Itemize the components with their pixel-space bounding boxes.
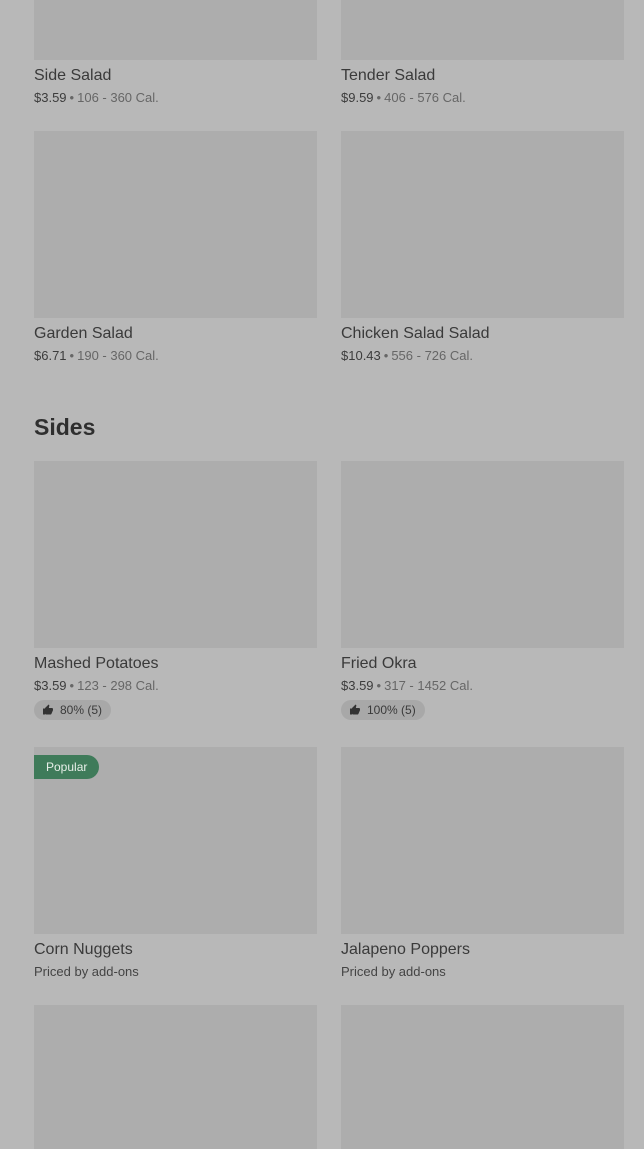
item-meta: $9.59 • 406 - 576 Cal. xyxy=(341,89,624,106)
item-name: Jalapeno Poppers xyxy=(341,941,470,958)
item-meta: $3.59 • 123 - 298 Cal. xyxy=(34,677,317,694)
separator-dot: • xyxy=(69,90,75,105)
item-calories: 190 - 360 Cal. xyxy=(77,348,159,363)
item-price: $3.59 xyxy=(34,678,67,693)
item-image[interactable] xyxy=(341,1005,624,1149)
item-price-note: Priced by add-ons xyxy=(34,964,139,979)
item-meta: $3.59 • 317 - 1452 Cal. xyxy=(341,677,624,694)
item-price: $3.59 xyxy=(34,90,67,105)
menu-item-card[interactable]: Popular Corn Nuggets Priced by add-ons xyxy=(34,747,317,980)
section-title-sides: Sides xyxy=(34,414,96,440)
sides-row-1: Mashed Potatoes $3.59 • 123 - 298 Cal. 80%… xyxy=(34,461,624,721)
item-calories: 123 - 298 Cal. xyxy=(77,678,159,693)
menu-item-card[interactable] xyxy=(34,1005,317,1149)
item-calories: 317 - 1452 Cal. xyxy=(384,678,474,693)
separator-dot: • xyxy=(69,348,75,363)
item-name: Garden Salad xyxy=(34,325,133,342)
item-meta: $3.59 • 106 - 360 Cal. xyxy=(34,89,317,106)
menu-item-card[interactable]: Jalapeno Poppers Priced by add-ons xyxy=(341,747,624,980)
item-price: $9.59 xyxy=(341,90,374,105)
salads-row-2: Garden Salad $6.71 • 190 - 360 Cal. Chicke… xyxy=(34,131,624,364)
item-calories: 106 - 360 Cal. xyxy=(77,90,159,105)
menu-item-card[interactable]: Side Salad $3.59 • 106 - 360 Cal. xyxy=(34,0,317,106)
item-image[interactable] xyxy=(341,747,624,934)
item-name: Chicken Salad Salad xyxy=(341,325,490,342)
item-calories: 406 - 576 Cal. xyxy=(384,90,466,105)
item-calories: 556 - 726 Cal. xyxy=(391,348,473,363)
thumbs-up-icon xyxy=(43,704,53,715)
item-image[interactable] xyxy=(34,0,317,60)
item-price: $10.43 xyxy=(341,348,381,363)
item-price: $3.59 xyxy=(341,678,374,693)
menu-item-card[interactable]: Fried Okra $3.59 • 317 - 1452 Cal. 100% (5… xyxy=(341,461,624,721)
separator-dot: • xyxy=(383,348,389,363)
thumbs-up-icon xyxy=(350,704,360,715)
item-image[interactable] xyxy=(34,1005,317,1149)
item-name: Tender Salad xyxy=(341,67,436,84)
rating-pill: 100% (5) xyxy=(341,700,425,720)
item-image[interactable] xyxy=(341,0,624,60)
item-image[interactable] xyxy=(34,461,317,648)
item-name: Mashed Potatoes xyxy=(34,655,159,672)
item-meta: Priced by add-ons xyxy=(341,963,624,980)
item-image[interactable]: Popular xyxy=(34,747,317,934)
separator-dot: • xyxy=(376,90,382,105)
item-image[interactable] xyxy=(34,131,317,318)
sides-row-3 xyxy=(34,1005,624,1149)
menu-item-card[interactable]: Garden Salad $6.71 • 190 - 360 Cal. xyxy=(34,131,317,364)
item-price: $6.71 xyxy=(34,348,67,363)
item-meta: $6.71 • 190 - 360 Cal. xyxy=(34,347,317,364)
item-meta: $10.43 • 556 - 726 Cal. xyxy=(341,347,624,364)
sides-row-2: Popular Corn Nuggets Priced by add-ons J… xyxy=(34,747,624,980)
separator-dot: • xyxy=(69,678,75,693)
rating-text: 80% (5) xyxy=(60,703,103,717)
item-meta: Priced by add-ons xyxy=(34,963,317,980)
rating-text: 100% (5) xyxy=(367,703,416,717)
menu-item-card[interactable] xyxy=(341,1005,624,1149)
rating-pill: 80% (5) xyxy=(34,700,112,720)
salads-row-1: Side Salad $3.59 • 106 - 360 Cal. Tender S… xyxy=(34,0,624,106)
item-image[interactable] xyxy=(341,131,624,318)
item-price-note: Priced by add-ons xyxy=(341,964,446,979)
item-name: Fried Okra xyxy=(341,655,417,672)
menu-item-card[interactable]: Tender Salad $9.59 • 406 - 576 Cal. xyxy=(341,0,624,106)
menu-item-card[interactable]: Chicken Salad Salad $10.43 • 556 - 726 Cal… xyxy=(341,131,624,364)
item-name: Corn Nuggets xyxy=(34,941,133,958)
separator-dot: • xyxy=(376,678,382,693)
item-image[interactable] xyxy=(341,461,624,648)
menu-item-card[interactable]: Mashed Potatoes $3.59 • 123 - 298 Cal. 80%… xyxy=(34,461,317,721)
item-name: Side Salad xyxy=(34,67,112,84)
popular-badge: Popular xyxy=(34,755,100,779)
